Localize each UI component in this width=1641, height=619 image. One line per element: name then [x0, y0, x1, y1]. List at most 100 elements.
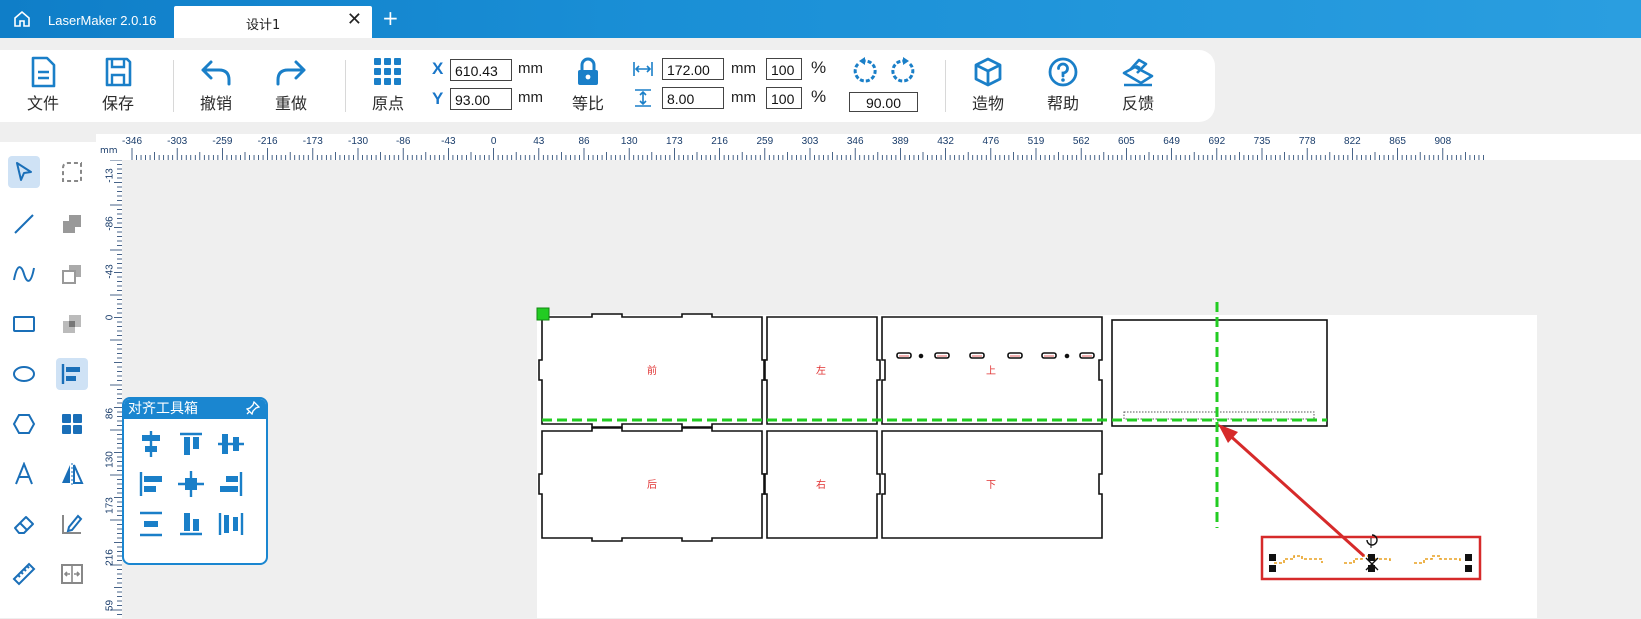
- ruler-tick-label: 908: [1434, 136, 1452, 147]
- align-toolbox-title: 对齐工具箱: [128, 401, 198, 417]
- ruler-tick-label: -173: [302, 136, 323, 147]
- x-position-input[interactable]: 610.43: [450, 59, 512, 81]
- home-icon[interactable]: [12, 9, 32, 29]
- ruler-tick-label: 692: [1208, 136, 1226, 147]
- ruler-tick-label: 822: [1344, 136, 1361, 147]
- label-back: 后: [647, 480, 657, 491]
- subtract-icon: [62, 265, 81, 284]
- intersect-tool[interactable]: [56, 308, 88, 340]
- file-button[interactable]: 文件: [15, 56, 71, 114]
- grid-icon: [62, 414, 82, 434]
- ruler-tick-label: 130: [104, 451, 116, 468]
- height-input[interactable]: 8.00: [662, 87, 724, 109]
- line-icon: [14, 214, 34, 234]
- y-position-input[interactable]: 93.00: [450, 88, 512, 110]
- document-tab[interactable]: 设计1 ✕: [174, 6, 372, 38]
- design-canvas[interactable]: 前 左 上 后 右 下: [122, 160, 1641, 618]
- ruler-tick-label: 605: [1118, 136, 1135, 147]
- rectangle-tool[interactable]: [8, 308, 40, 340]
- ruler-tick-label: 432: [937, 136, 954, 147]
- align-horizontal-center-icon[interactable]: [136, 429, 166, 459]
- file-label: 文件: [26, 94, 59, 113]
- eraser-tool[interactable]: [8, 508, 40, 540]
- mirror-tool[interactable]: [56, 458, 88, 490]
- ruler-tick-label: 735: [1253, 136, 1271, 147]
- feedback-button[interactable]: 反馈: [1110, 56, 1166, 114]
- align-left-edge-icon[interactable]: [136, 469, 166, 499]
- ruler-tick-label: 43: [533, 136, 545, 147]
- ruler-tick-label: -86: [104, 216, 116, 231]
- polygon-tool[interactable]: [8, 408, 40, 440]
- ruler-tick-label: 216: [711, 136, 728, 147]
- help-button[interactable]: 帮助: [1035, 56, 1091, 114]
- height-unit: mm: [731, 89, 756, 106]
- ruler-tick-label: 173: [666, 136, 683, 147]
- ellipse-icon: [13, 366, 35, 382]
- redo-icon: [276, 60, 306, 86]
- feedback-icon: [1122, 58, 1154, 87]
- close-tab-icon[interactable]: ✕: [347, 9, 362, 30]
- label-bottom: 下: [986, 480, 996, 491]
- pin-icon[interactable]: [245, 400, 261, 421]
- union-tool[interactable]: [56, 208, 88, 240]
- align-left-icon: [61, 364, 80, 384]
- ellipse-tool[interactable]: [8, 358, 40, 390]
- main-toolbar: 文件 保存 撤销 重做 原点 X 610.43 mm Y 93.00 mm 等比…: [0, 50, 1215, 122]
- ruler-tick-label: -346: [121, 136, 143, 147]
- rotation-angle-input[interactable]: 90.00: [849, 92, 918, 112]
- file-icon: [31, 56, 56, 88]
- lock-label: 等比: [571, 94, 604, 113]
- ruler-icon: [12, 562, 36, 586]
- label-top: 上: [986, 366, 996, 377]
- align-toolbox-header[interactable]: 对齐工具箱: [124, 399, 266, 419]
- width-input[interactable]: 172.00: [662, 58, 724, 80]
- origin-button[interactable]: 原点: [360, 56, 416, 114]
- width-percent-sign: %: [811, 58, 827, 77]
- align-right-edge-icon[interactable]: [216, 469, 246, 499]
- ruler-tick-label: -259: [212, 136, 233, 147]
- align-bottom-icon[interactable]: [176, 509, 206, 539]
- width-percent-input[interactable]: 100: [766, 58, 802, 80]
- save-label: 保存: [101, 94, 134, 113]
- array-tool[interactable]: [56, 408, 88, 440]
- lock-ratio-button[interactable]: 等比: [560, 56, 616, 114]
- ruler-tick-label: 562: [1072, 136, 1090, 147]
- text-tool[interactable]: [8, 458, 40, 490]
- ruler-tick-label: 130: [620, 136, 638, 147]
- measure-tool[interactable]: [8, 558, 40, 590]
- rotate-cw-icon[interactable]: [888, 56, 918, 90]
- app-title[interactable]: LaserMaker 2.0.16: [40, 0, 164, 38]
- horizontal-ruler[interactable]: -346 -303 -259 -216 -173 -130 -86 -43 0 43 86 130 17…: [96, 134, 1641, 160]
- undo-button[interactable]: 撤销: [188, 56, 244, 114]
- pointer-icon: [16, 162, 32, 181]
- align-top-icon[interactable]: [176, 429, 206, 459]
- toolbar-divider: [345, 60, 346, 112]
- line-tool[interactable]: [8, 208, 40, 240]
- title-bar: LaserMaker 2.0.16 设计1 ✕ +: [0, 0, 1641, 38]
- toolbar-divider: [173, 60, 174, 112]
- align-vertical-center-icon[interactable]: [216, 429, 246, 459]
- distribute-horizontal-icon[interactable]: [216, 509, 246, 539]
- redo-button[interactable]: 重做: [263, 56, 319, 114]
- distribute-vertical-icon[interactable]: [136, 509, 166, 539]
- split-tool[interactable]: [56, 558, 88, 590]
- add-tab-icon[interactable]: +: [382, 6, 399, 30]
- build-button[interactable]: 造物: [960, 56, 1016, 114]
- rotate-ccw-icon[interactable]: [850, 56, 880, 90]
- node-edit-tool[interactable]: [56, 156, 88, 188]
- save-button[interactable]: 保存: [90, 56, 146, 114]
- height-percent-input[interactable]: 100: [766, 87, 802, 109]
- ruler-tick-label: 346: [846, 136, 864, 147]
- align-tool[interactable]: [56, 358, 88, 390]
- curve-icon: [13, 266, 35, 282]
- feedback-label: 反馈: [1121, 94, 1154, 113]
- x-axis-label: X: [432, 59, 444, 78]
- select-tool[interactable]: [8, 156, 40, 188]
- subtract-tool[interactable]: [56, 258, 88, 290]
- align-center-icon[interactable]: [176, 469, 206, 499]
- ruler-tick-label: 519: [1027, 136, 1045, 147]
- align-toolbox-panel[interactable]: 对齐工具箱: [122, 397, 268, 565]
- trace-tool[interactable]: [56, 508, 88, 540]
- vertical-ruler[interactable]: -13 -86 -43 0 86 130 173 216 59: [96, 160, 122, 618]
- curve-tool[interactable]: [8, 258, 40, 290]
